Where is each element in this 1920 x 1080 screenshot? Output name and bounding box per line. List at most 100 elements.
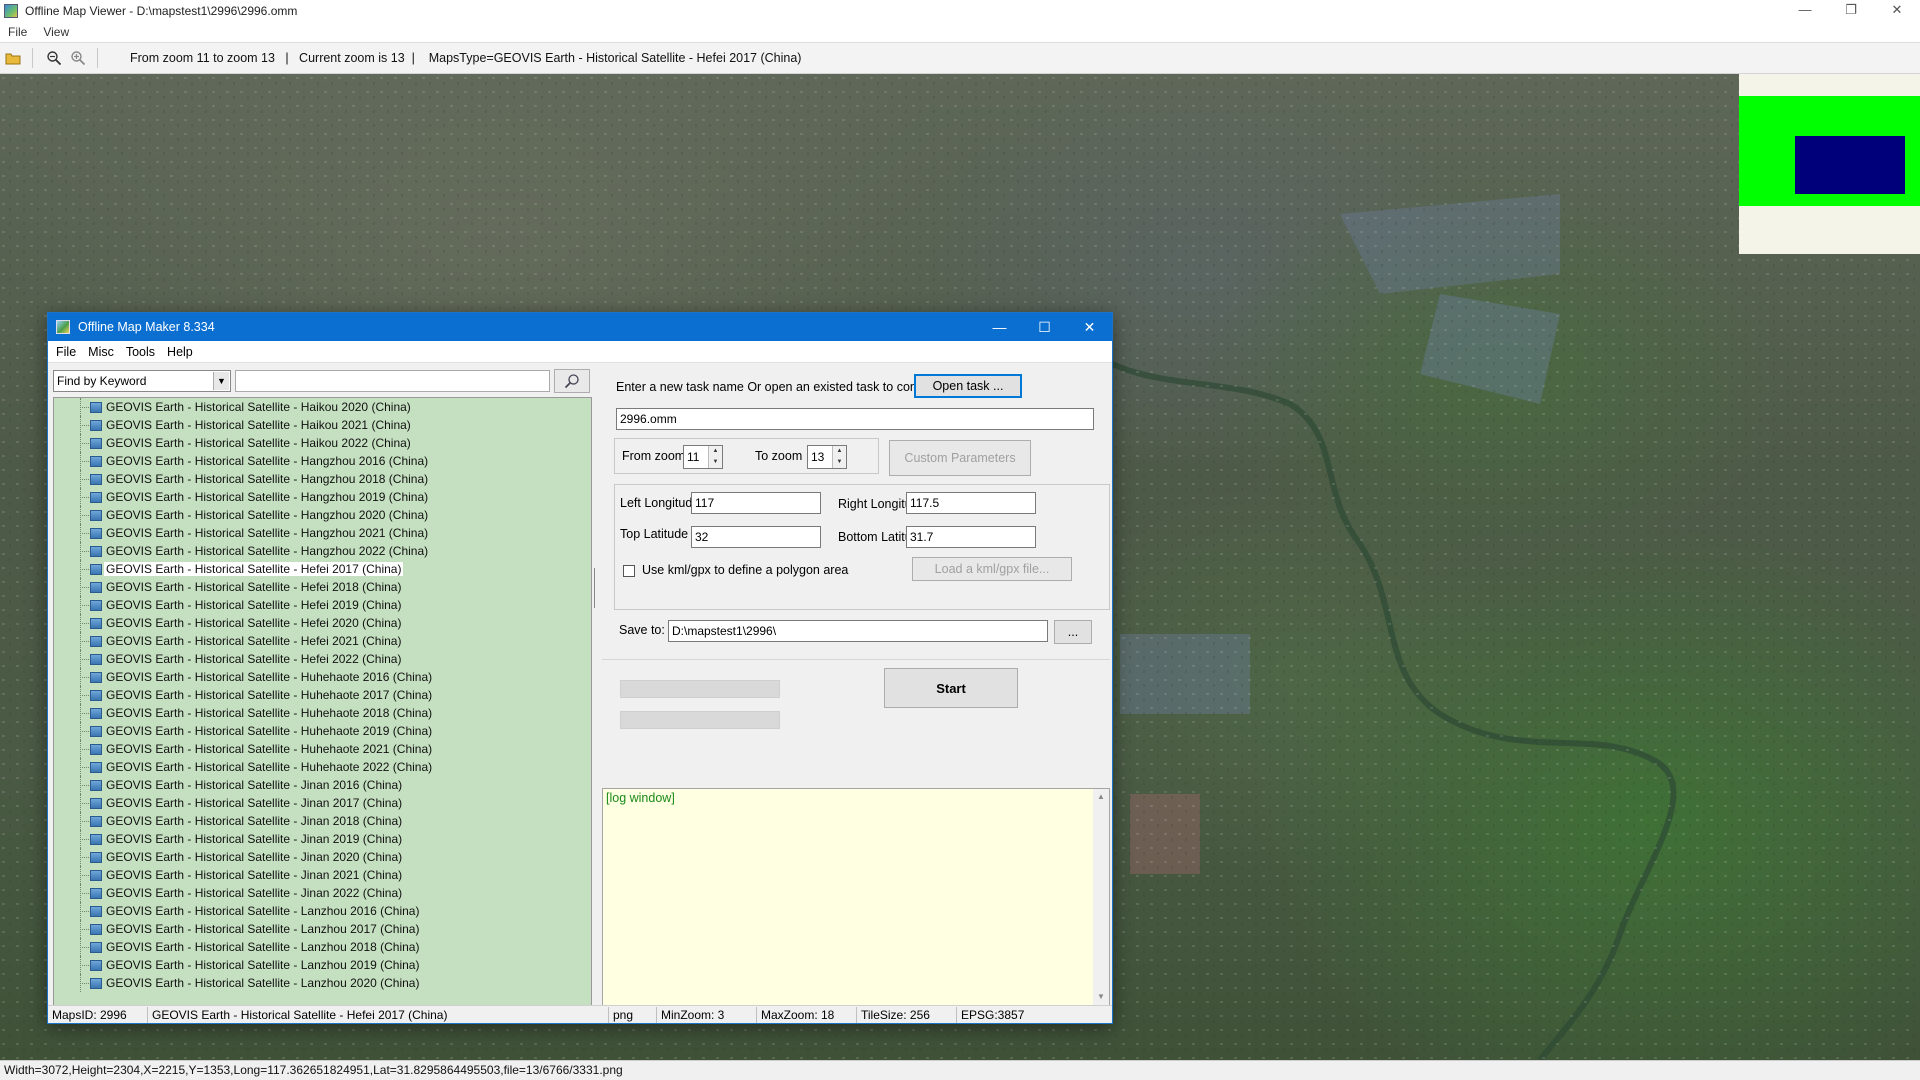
open-task-button[interactable]: Open task ...: [914, 374, 1022, 398]
top-latitude-input[interactable]: [691, 526, 821, 548]
map-type-tree[interactable]: GEOVIS Earth - Historical Satellite - Ha…: [53, 397, 592, 1006]
task-name-input[interactable]: [616, 408, 1094, 430]
tree-item[interactable]: GEOVIS Earth - Historical Satellite - Ha…: [54, 488, 591, 506]
tree-item[interactable]: GEOVIS Earth - Historical Satellite - Hu…: [54, 722, 591, 740]
map-layer-icon: [90, 671, 102, 683]
from-zoom-spinner[interactable]: 11 ▲ ▼: [683, 445, 723, 469]
search-input[interactable]: [235, 370, 550, 392]
tree-item[interactable]: GEOVIS Earth - Historical Satellite - Ji…: [54, 812, 591, 830]
spin-up-icon[interactable]: ▲: [709, 446, 722, 457]
tree-item[interactable]: GEOVIS Earth - Historical Satellite - Ha…: [54, 524, 591, 542]
tree-item[interactable]: GEOVIS Earth - Historical Satellite - La…: [54, 974, 591, 992]
dialog-titlebar[interactable]: Offline Map Maker 8.334 — ☐ ✕: [48, 313, 1112, 341]
tree-item[interactable]: GEOVIS Earth - Historical Satellite - He…: [54, 650, 591, 668]
dialog-menu-tools[interactable]: Tools: [120, 345, 161, 359]
menu-file[interactable]: File: [0, 25, 35, 39]
menu-view[interactable]: View: [35, 25, 77, 39]
log-scrollbar[interactable]: ▲ ▼: [1093, 789, 1109, 1005]
spinner-arrows[interactable]: ▲ ▼: [832, 446, 846, 468]
spin-down-icon[interactable]: ▼: [833, 457, 846, 468]
tree-item-label: GEOVIS Earth - Historical Satellite - La…: [106, 958, 420, 972]
tree-item-label: GEOVIS Earth - Historical Satellite - Ji…: [106, 796, 403, 810]
tree-item[interactable]: GEOVIS Earth - Historical Satellite - Ha…: [54, 506, 591, 524]
browse-button[interactable]: ...: [1054, 620, 1092, 644]
map-layer-icon: [90, 851, 102, 863]
load-kml-button[interactable]: Load a kml/gpx file...: [912, 557, 1072, 581]
map-layer-icon: [90, 833, 102, 845]
tree-item-label: GEOVIS Earth - Historical Satellite - Hu…: [106, 706, 433, 720]
tree-item[interactable]: GEOVIS Earth - Historical Satellite - Hu…: [54, 704, 591, 722]
spin-down-icon[interactable]: ▼: [709, 457, 722, 468]
tree-item[interactable]: GEOVIS Earth - Historical Satellite - He…: [54, 578, 591, 596]
map-layer-icon: [90, 815, 102, 827]
map-layer-icon: [90, 905, 102, 917]
kml-checkbox-label: Use kml/gpx to define a polygon area: [642, 563, 849, 577]
tree-item[interactable]: GEOVIS Earth - Historical Satellite - Ji…: [54, 884, 591, 902]
custom-parameters-button[interactable]: Custom Parameters: [889, 440, 1031, 476]
tree-item[interactable]: GEOVIS Earth - Historical Satellite - Hu…: [54, 668, 591, 686]
start-button[interactable]: Start: [884, 668, 1018, 708]
dialog-maximize-button[interactable]: ☐: [1022, 313, 1067, 341]
tree-item[interactable]: GEOVIS Earth - Historical Satellite - Ha…: [54, 452, 591, 470]
minimize-button[interactable]: —: [1782, 0, 1828, 22]
tree-item[interactable]: GEOVIS Earth - Historical Satellite - Hu…: [54, 686, 591, 704]
dialog-minimize-button[interactable]: —: [977, 313, 1022, 341]
tree-item[interactable]: GEOVIS Earth - Historical Satellite - La…: [54, 902, 591, 920]
tree-item[interactable]: GEOVIS Earth - Historical Satellite - He…: [54, 596, 591, 614]
scroll-down-icon[interactable]: ▼: [1093, 989, 1109, 1005]
map-layer-icon: [90, 437, 102, 449]
app-icon: [4, 4, 18, 18]
pane-splitter[interactable]: [594, 568, 597, 608]
dialog-menu-file[interactable]: File: [48, 345, 82, 359]
tree-item[interactable]: GEOVIS Earth - Historical Satellite - Ji…: [54, 830, 591, 848]
tree-item[interactable]: GEOVIS Earth - Historical Satellite - He…: [54, 614, 591, 632]
tree-item[interactable]: GEOVIS Earth - Historical Satellite - Ji…: [54, 794, 591, 812]
tree-item[interactable]: GEOVIS Earth - Historical Satellite - Ha…: [54, 542, 591, 560]
scroll-up-icon[interactable]: ▲: [1093, 789, 1109, 805]
zoom-in-button[interactable]: [67, 47, 89, 69]
tree-item[interactable]: GEOVIS Earth - Historical Satellite - He…: [54, 560, 591, 578]
spin-up-icon[interactable]: ▲: [833, 446, 846, 457]
tree-item[interactable]: GEOVIS Earth - Historical Satellite - La…: [54, 938, 591, 956]
maximize-button[interactable]: ❐: [1828, 0, 1874, 22]
dialog-menu-misc[interactable]: Misc: [82, 345, 120, 359]
tree-item[interactable]: GEOVIS Earth - Historical Satellite - He…: [54, 632, 591, 650]
tree-item-label: GEOVIS Earth - Historical Satellite - Ha…: [106, 544, 429, 558]
bottom-latitude-input[interactable]: [906, 526, 1036, 548]
close-button[interactable]: ✕: [1874, 0, 1920, 22]
tree-item[interactable]: GEOVIS Earth - Historical Satellite - Ji…: [54, 866, 591, 884]
log-window[interactable]: [log window] ▲ ▼: [602, 788, 1110, 1006]
open-folder-button[interactable]: [2, 47, 24, 69]
tree-item[interactable]: GEOVIS Earth - Historical Satellite - Ha…: [54, 434, 591, 452]
status-tile-size: TileSize: 256: [857, 1006, 957, 1023]
tree-item-label: GEOVIS Earth - Historical Satellite - Ji…: [106, 868, 403, 882]
tree-item[interactable]: GEOVIS Earth - Historical Satellite - Hu…: [54, 740, 591, 758]
tree-item-label: GEOVIS Earth - Historical Satellite - Hu…: [106, 688, 433, 702]
dialog-close-button[interactable]: ✕: [1067, 313, 1112, 341]
tree-item[interactable]: GEOVIS Earth - Historical Satellite - Ha…: [54, 416, 591, 434]
tree-item[interactable]: GEOVIS Earth - Historical Satellite - La…: [54, 920, 591, 938]
tree-item[interactable]: GEOVIS Earth - Historical Satellite - Ji…: [54, 848, 591, 866]
task-pane: Enter a new task name Or open an existed…: [602, 368, 1110, 1006]
tree-item[interactable]: GEOVIS Earth - Historical Satellite - Hu…: [54, 758, 591, 776]
tree-item[interactable]: GEOVIS Earth - Historical Satellite - Ha…: [54, 398, 591, 416]
tree-item[interactable]: GEOVIS Earth - Historical Satellite - Ji…: [54, 776, 591, 794]
to-zoom-spinner[interactable]: 13 ▲ ▼: [807, 445, 847, 469]
zoom-out-button[interactable]: [43, 47, 65, 69]
viewer-status-bar: Width=3072,Height=2304,X=2215,Y=1353,Lon…: [0, 1060, 1920, 1080]
map-layer-icon: [90, 545, 102, 557]
search-button[interactable]: [554, 369, 590, 393]
tree-item[interactable]: GEOVIS Earth - Historical Satellite - Ha…: [54, 470, 591, 488]
overview-map[interactable]: [1739, 74, 1920, 254]
find-mode-select[interactable]: Find by Keyword ▼: [53, 370, 231, 392]
to-zoom-label: To zoom: [755, 449, 803, 463]
tree-item-label: GEOVIS Earth - Historical Satellite - La…: [106, 940, 420, 954]
save-to-input[interactable]: [668, 620, 1048, 642]
kml-checkbox[interactable]: [623, 565, 635, 577]
overview-viewport[interactable]: [1795, 136, 1905, 194]
spinner-arrows[interactable]: ▲ ▼: [708, 446, 722, 468]
dialog-menu-help[interactable]: Help: [161, 345, 199, 359]
tree-item[interactable]: GEOVIS Earth - Historical Satellite - La…: [54, 956, 591, 974]
right-longitude-input[interactable]: [906, 492, 1036, 514]
left-longitude-input[interactable]: [691, 492, 821, 514]
